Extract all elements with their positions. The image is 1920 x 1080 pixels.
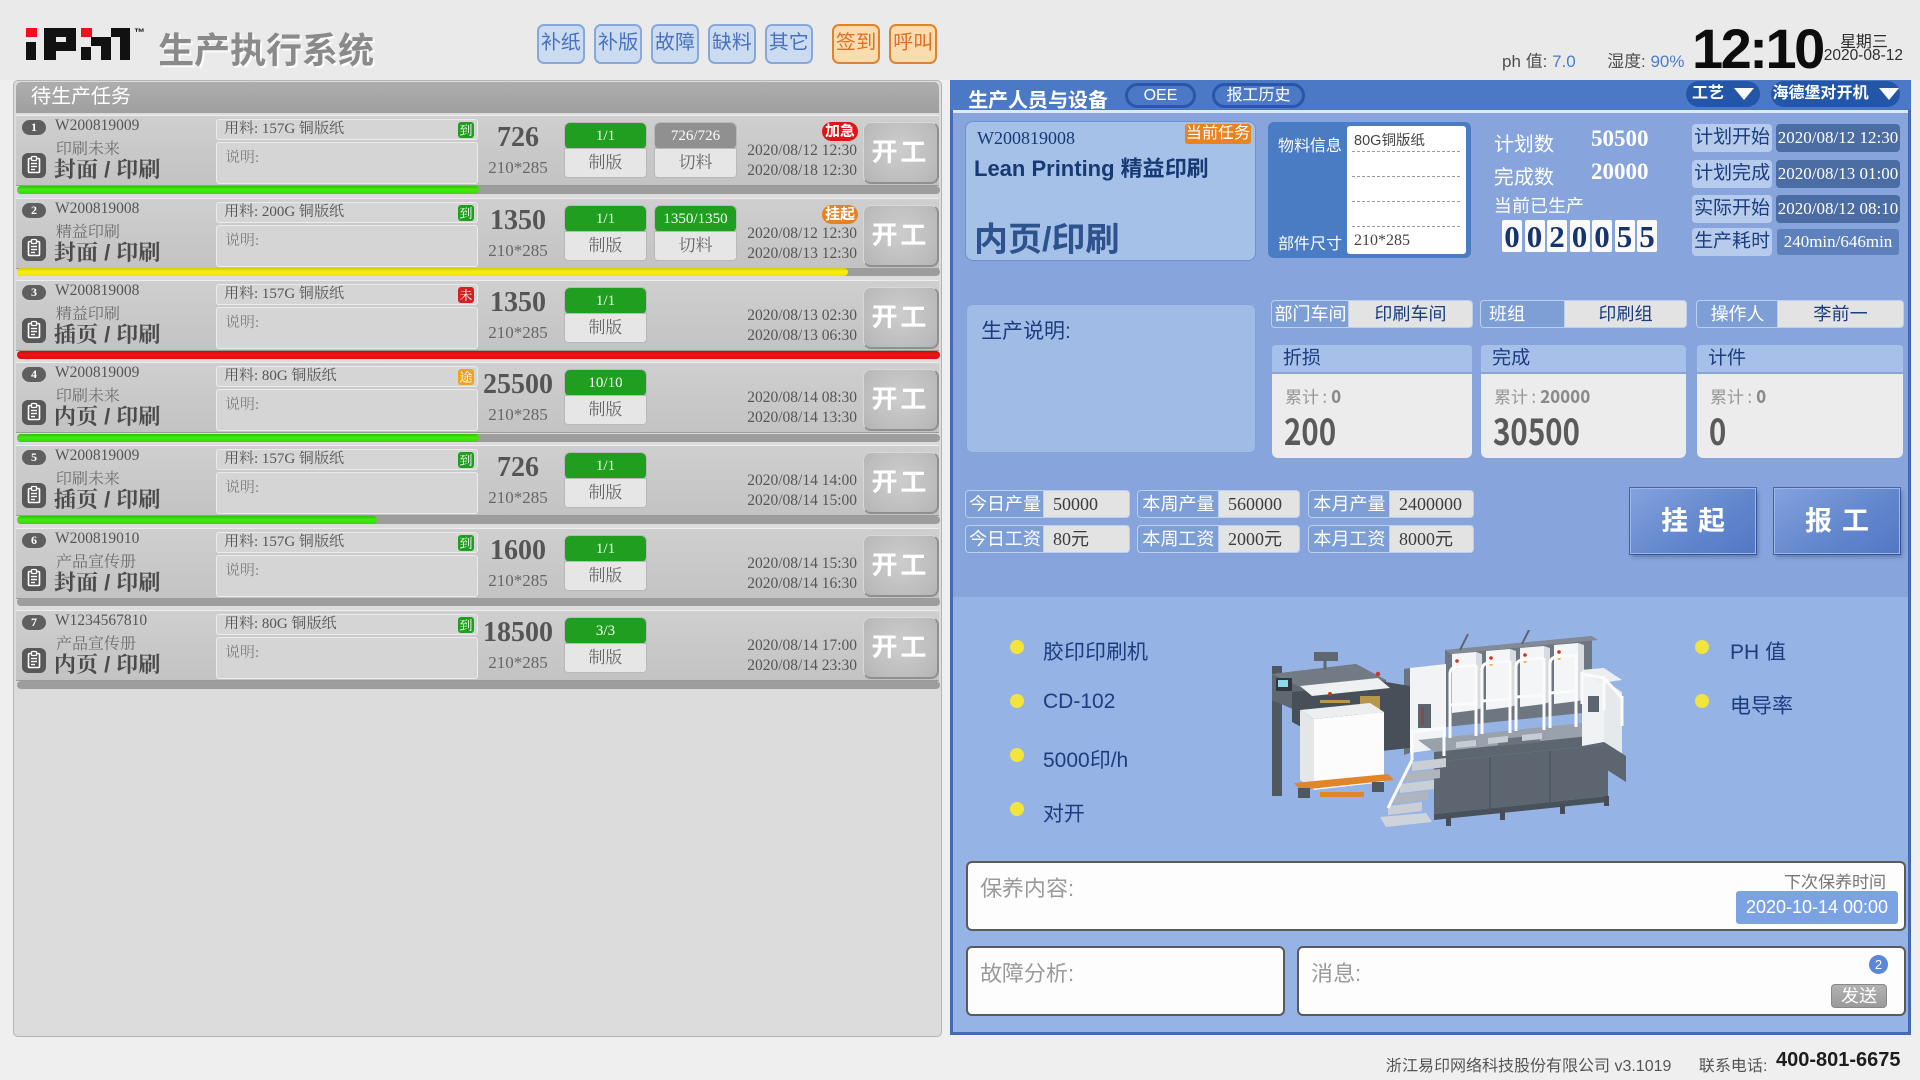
svg-text:™: ™ <box>134 27 145 39</box>
